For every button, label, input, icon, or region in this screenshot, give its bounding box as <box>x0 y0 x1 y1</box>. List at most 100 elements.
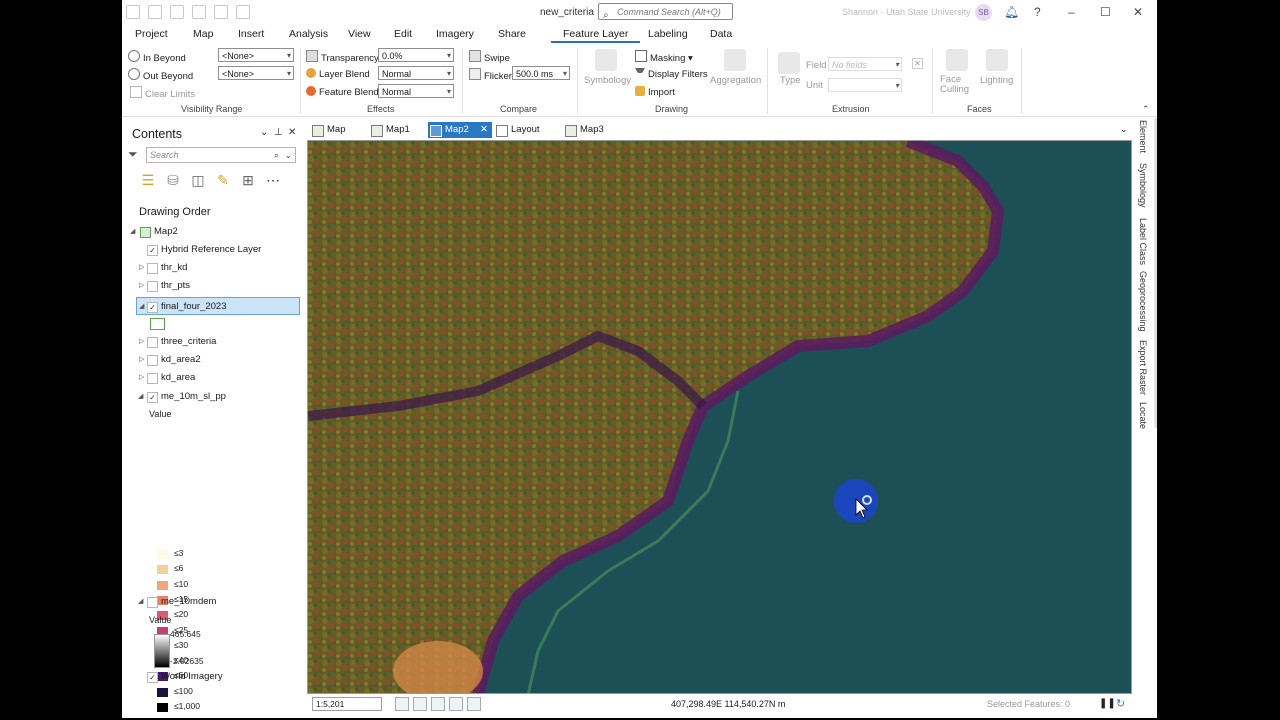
selection-icon[interactable]: ◫ <box>190 172 206 188</box>
close-tab-icon[interactable]: ✕ <box>480 122 488 138</box>
open-project-icon[interactable] <box>148 5 162 19</box>
in-beyond-button[interactable]: In Beyond <box>128 50 186 64</box>
dock-scrollbar[interactable] <box>1154 118 1157 428</box>
legend-swatch[interactable] <box>157 703 168 712</box>
expand-icon[interactable]: ▷ <box>139 281 144 289</box>
layer-thr-pts[interactable]: ▷ thr_pts <box>126 277 302 295</box>
close-button[interactable]: ✕ <box>1133 5 1143 19</box>
tab-map-view[interactable]: Map <box>310 122 360 138</box>
clear-field-icon[interactable]: ✕ <box>912 58 923 69</box>
expand-icon[interactable]: ▷ <box>139 355 144 363</box>
data-source-icon[interactable]: ⛁ <box>165 172 181 188</box>
snapping-icon[interactable]: ⊞ <box>240 172 256 188</box>
customize-icon[interactable] <box>236 5 250 19</box>
expand-icon[interactable]: ▷ <box>139 337 144 345</box>
layer-world-imagery[interactable]: ✓ World Imagery <box>126 668 302 686</box>
legend-swatch[interactable] <box>157 580 168 590</box>
pane-options-icon[interactable]: ⌄ <box>260 127 268 138</box>
collapse-ribbon-icon[interactable]: ⌃ <box>1142 104 1150 115</box>
layer-final-four-2023[interactable]: ◢ ✓ final_four_2023 <box>136 297 300 315</box>
feature-blend-select[interactable]: Normal <box>378 84 454 99</box>
visibility-checkbox[interactable] <box>147 337 158 348</box>
tab-imagery[interactable]: Imagery <box>436 28 474 40</box>
avatar[interactable]: SB <box>975 4 992 21</box>
tab-list-chevron-icon[interactable]: ⌄ <box>1120 124 1128 135</box>
pause-drawing-icon[interactable]: ❚❚ <box>1099 698 1116 709</box>
grid-icon[interactable] <box>413 697 427 711</box>
layer-kd-area2[interactable]: ▷ kd_area2 <box>126 351 302 369</box>
new-project-icon[interactable] <box>126 5 140 19</box>
undo-icon[interactable] <box>192 5 206 19</box>
masking-button[interactable]: Masking ▾ <box>635 50 693 64</box>
visibility-checkbox[interactable]: ✓ <box>147 245 158 256</box>
tab-map1-view[interactable]: Map1 <box>369 122 419 138</box>
visibility-checkbox[interactable] <box>147 597 158 608</box>
visibility-checkbox[interactable] <box>147 263 158 274</box>
pin-icon[interactable]: ⊥ <box>274 127 283 138</box>
tab-layout-view[interactable]: Layout <box>494 122 554 138</box>
layer-thr-kd[interactable]: ▷ thr_kd <box>126 259 302 277</box>
aggregation-icon[interactable] <box>724 49 746 71</box>
drawing-order-icon[interactable]: ☰ <box>140 172 156 188</box>
symbology-button[interactable]: Symbology <box>584 75 631 86</box>
map-view[interactable] <box>307 140 1132 694</box>
collapse-icon[interactable]: ◢ <box>138 392 143 400</box>
out-beyond-button[interactable]: Out Beyond <box>128 68 193 82</box>
selected-features-count[interactable]: Selected Features: 0 <box>987 699 1070 709</box>
clear-limits-button[interactable]: Clear Limits <box>130 86 195 100</box>
help-button[interactable]: ? <box>1034 5 1041 19</box>
layout-grid-icon[interactable] <box>431 697 445 711</box>
field-select[interactable]: No fields <box>828 57 902 72</box>
layer-hybrid-reference[interactable]: ✓ Hybrid Reference Layer <box>126 241 302 259</box>
tab-share[interactable]: Share <box>498 28 526 40</box>
lighting-icon[interactable] <box>986 49 1008 71</box>
side-tab-export-raster[interactable]: Export Raster <box>1138 340 1148 395</box>
in-beyond-select[interactable]: <None> <box>218 48 294 63</box>
face-culling-icon[interactable] <box>946 49 968 71</box>
side-tab-geoprocessing[interactable]: Geoprocessing <box>1138 271 1148 332</box>
filter-icon[interactable]: ⏷ <box>128 147 138 162</box>
legend-swatch[interactable] <box>157 550 168 559</box>
tab-data[interactable]: Data <box>710 28 732 40</box>
tab-map[interactable]: Map <box>193 28 213 40</box>
layer-three-criteria[interactable]: ▷ three_criteria <box>126 333 302 351</box>
tab-feature-layer[interactable]: Feature Layer <box>550 28 641 43</box>
layer-me-10mdem[interactable]: ◢ me_10mdem <box>126 593 302 611</box>
tab-analysis[interactable]: Analysis <box>289 28 328 40</box>
aggregation-button[interactable]: Aggregation <box>710 75 761 86</box>
extrusion-type-icon[interactable] <box>778 52 800 74</box>
contents-search-input[interactable]: Search ⌕ ⌄ <box>146 147 296 163</box>
layer-me-10m-sl-pp[interactable]: ◢ ✓ me_10m_sl_pp <box>126 388 302 406</box>
layer-kd-area[interactable]: ▷ kd_area <box>126 369 302 387</box>
legend-swatch[interactable] <box>157 687 168 697</box>
expand-icon[interactable]: ▷ <box>139 373 144 381</box>
command-search[interactable]: ⌕ Command Search (Alt+Q) <box>598 3 733 21</box>
minimize-button[interactable]: – <box>1068 5 1075 19</box>
visibility-checkbox[interactable] <box>147 281 158 292</box>
save-icon[interactable] <box>170 5 184 19</box>
tab-project[interactable]: Project <box>135 28 168 40</box>
side-tab-element[interactable]: Element <box>1138 120 1148 153</box>
side-tab-label-class[interactable]: Label Class <box>1138 218 1148 265</box>
face-culling-button[interactable]: Face Culling <box>940 75 980 95</box>
symbology-icon[interactable] <box>595 49 617 71</box>
collapse-icon[interactable]: ◢ <box>139 302 144 310</box>
redo-icon[interactable] <box>214 5 228 19</box>
side-tab-symbology[interactable]: Symbology <box>1138 163 1148 208</box>
tab-edit[interactable]: Edit <box>394 28 412 40</box>
visibility-checkbox[interactable] <box>147 373 158 384</box>
extrusion-type-button[interactable]: Type <box>780 75 801 86</box>
polygon-symbol-swatch[interactable] <box>150 318 165 330</box>
display-filters-button[interactable]: Display Filters <box>635 68 708 80</box>
legend-swatch[interactable] <box>157 565 168 575</box>
signed-in-user[interactable]: Shannon - Utah State University <box>842 7 971 17</box>
maximize-button[interactable]: ☐ <box>1100 5 1111 19</box>
elevation-color-ramp[interactable] <box>154 634 170 668</box>
more-options-icon[interactable]: ⋯ <box>265 172 281 188</box>
visibility-checkbox[interactable]: ✓ <box>147 302 158 313</box>
navigate-icon[interactable] <box>467 697 481 711</box>
collapse-icon[interactable]: ◢ <box>138 597 143 605</box>
close-pane-icon[interactable]: ✕ <box>288 127 296 138</box>
visibility-checkbox[interactable]: ✓ <box>147 392 158 403</box>
tab-insert[interactable]: Insert <box>238 28 264 40</box>
